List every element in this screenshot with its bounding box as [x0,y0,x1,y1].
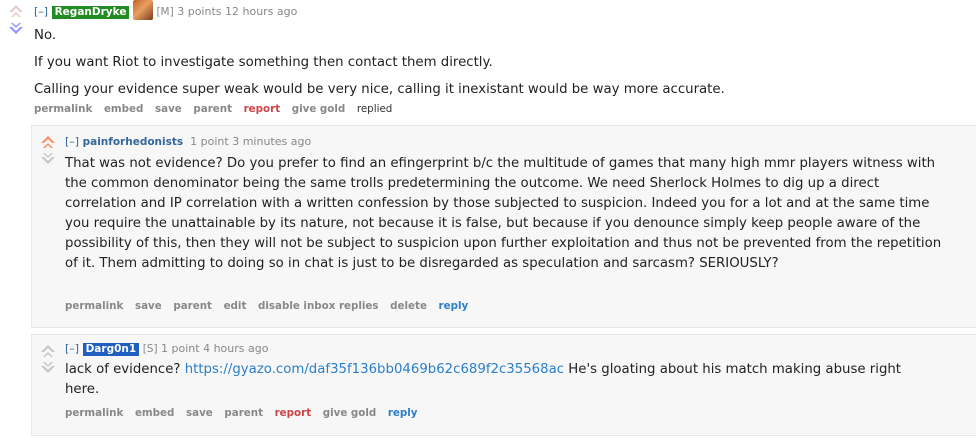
comment-meta: 3 points 12 hours ago [177,5,298,18]
collapse-toggle[interactable]: [–] [34,5,48,18]
comment-paragraph: No. [34,28,57,43]
vote-arrows [6,3,26,41]
reply-button[interactable]: reply [439,300,469,312]
delete-button[interactable]: delete [390,300,427,312]
author-link[interactable]: painforhedonists [83,136,184,148]
save-button[interactable]: save [186,407,213,419]
upvote-icon[interactable] [41,136,55,148]
give-gold-button[interactable]: give gold [323,407,377,419]
comment-tagline: [–] Darg0n1 [S] 1 point 4 hours ago [65,342,268,356]
avatar [132,0,153,20]
downvote-icon[interactable] [9,23,23,34]
comment-darg0n1: [–] Darg0n1 [S] 1 point 4 hours ago lack… [31,334,976,436]
comment-buttons: permalink embed save parent report give … [34,103,400,115]
comment-paragraph: If you want Riot to investigate somethin… [34,55,493,70]
upvote-icon[interactable] [41,345,55,357]
comment-buttons: permalink embed save parent report give … [65,407,426,419]
replied-label: replied [356,103,393,115]
comment-body: lack of evidence? https://gyazo.com/daf3… [65,360,925,400]
flair-badge: [M] [156,6,174,18]
comment-meta: 1 point 4 hours ago [161,342,269,355]
flair-badge: [S] [142,343,158,355]
save-button[interactable]: save [155,103,182,115]
embed-button[interactable]: embed [104,103,143,115]
permalink-button[interactable]: permalink [34,103,92,115]
embed-button[interactable]: embed [135,407,174,419]
disable-inbox-replies-button[interactable]: disable inbox replies [258,300,379,312]
parent-button[interactable]: parent [224,407,263,419]
reply-button[interactable]: reply [388,407,418,419]
comment-text: lack of evidence? [65,362,181,377]
comment-paragraph: That was not evidence? Do you prefer to … [65,156,942,271]
permalink-button[interactable]: permalink [65,407,123,419]
give-gold-button[interactable]: give gold [292,103,346,115]
collapse-toggle[interactable]: [–] [65,342,79,355]
parent-button[interactable]: parent [193,103,232,115]
report-button[interactable]: report [275,407,312,419]
comment-paragraph: Calling your evidence super weak would b… [34,82,725,97]
comment-body: No. If you want Riot to investigate some… [34,26,964,100]
edit-button[interactable]: edit [224,300,247,312]
author-link[interactable]: Darg0n1 [82,343,140,356]
comment-meta: 1 point 3 minutes ago [190,135,312,148]
evidence-link[interactable]: https://gyazo.com/daf35f136bb0469b62c689… [185,362,564,377]
vote-arrows [38,133,58,171]
comment-tagline: [–] ReganDryke [M] 3 points 12 hours ago [34,0,298,20]
report-button[interactable]: report [244,103,281,115]
comment-tagline: [–] painforhedonists 1 point 3 minutes a… [65,135,311,148]
permalink-button[interactable]: permalink [65,300,123,312]
parent-button[interactable]: parent [173,300,212,312]
comment-paragraph: lack of evidence? https://gyazo.com/daf3… [65,360,925,400]
comment-buttons: permalink save parent edit disable inbox… [65,300,476,312]
author-link[interactable]: ReganDryke [51,6,130,19]
comment-body: That was not evidence? Do you prefer to … [65,154,945,274]
collapse-toggle[interactable]: [–] [65,135,79,148]
downvote-icon[interactable] [41,153,55,164]
save-button[interactable]: save [135,300,162,312]
upvote-icon[interactable] [9,5,23,17]
downvote-icon[interactable] [41,362,55,373]
vote-arrows [38,342,58,380]
comment-painforhedonists: [–] painforhedonists 1 point 3 minutes a… [31,125,976,328]
